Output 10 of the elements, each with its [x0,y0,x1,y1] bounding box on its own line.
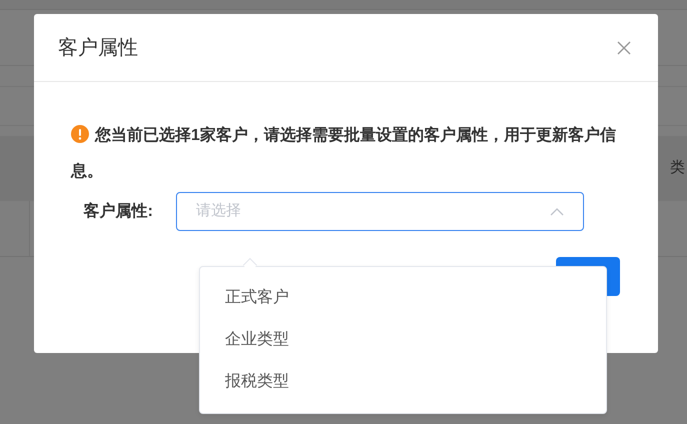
field-label: 客户属性: [82,201,154,222]
close-button[interactable] [616,40,632,56]
dropdown-option[interactable]: 企业类型 [200,319,606,361]
notice-text: 您当前已选择1家客户，请选择需要批量设置的客户属性，用于更新客户信息。 [71,124,617,182]
column-header: 类 [670,158,685,178]
warning-icon [71,125,89,143]
dialog-title: 客户属性 [58,36,138,60]
dropdown-option[interactable]: 报税类型 [200,361,606,403]
dropdown-option[interactable]: 正式客户 [200,277,606,319]
chevron-icon [550,208,564,216]
